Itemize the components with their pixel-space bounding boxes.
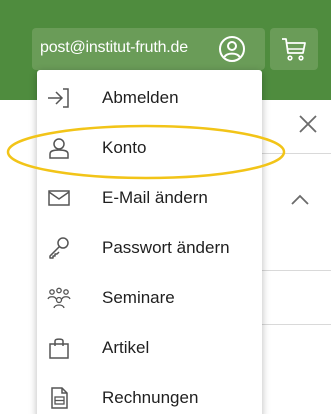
- menu-item-passwort-aendern[interactable]: Passwort ändern: [37, 224, 262, 272]
- menu-item-label: Rechnungen: [102, 388, 199, 407]
- menu-item-label: E-Mail ändern: [102, 188, 208, 207]
- account-email: post@institut-fruth.de: [40, 39, 188, 56]
- menu-item-email-aendern[interactable]: E-Mail ändern: [37, 174, 262, 222]
- logout-arrow-icon: [48, 88, 69, 108]
- cart-button[interactable]: [270, 28, 318, 70]
- group-icon: [47, 287, 71, 309]
- divider: [262, 324, 331, 325]
- menu-item-label: Abmelden: [102, 88, 179, 107]
- account-button[interactable]: post@institut-fruth.de: [32, 28, 265, 70]
- key-icon: [49, 237, 69, 259]
- menu-item-seminare[interactable]: Seminare: [37, 274, 262, 322]
- chevron-up-icon[interactable]: [288, 188, 312, 212]
- menu-item-label: Passwort ändern: [102, 238, 230, 257]
- menu-item-label: Artikel: [102, 338, 150, 357]
- envelope-icon: [48, 190, 70, 206]
- close-icon[interactable]: [296, 112, 320, 136]
- menu-item-label: Seminare: [102, 288, 175, 307]
- invoice-icon: [51, 387, 68, 409]
- account-dropdown-menu: Abmelden Konto E-Mail ändern Passwort än…: [37, 70, 262, 414]
- menu-item-artikel[interactable]: Artikel: [37, 324, 262, 372]
- shopping-cart-icon: [282, 38, 306, 61]
- menu-item-abmelden[interactable]: Abmelden: [37, 74, 262, 122]
- menu-item-rechnungen[interactable]: Rechnungen: [37, 374, 262, 414]
- user-circle-icon: [218, 35, 246, 68]
- shopping-bag-icon: [49, 338, 69, 359]
- highlight-ellipse: [6, 124, 286, 180]
- divider: [262, 270, 331, 271]
